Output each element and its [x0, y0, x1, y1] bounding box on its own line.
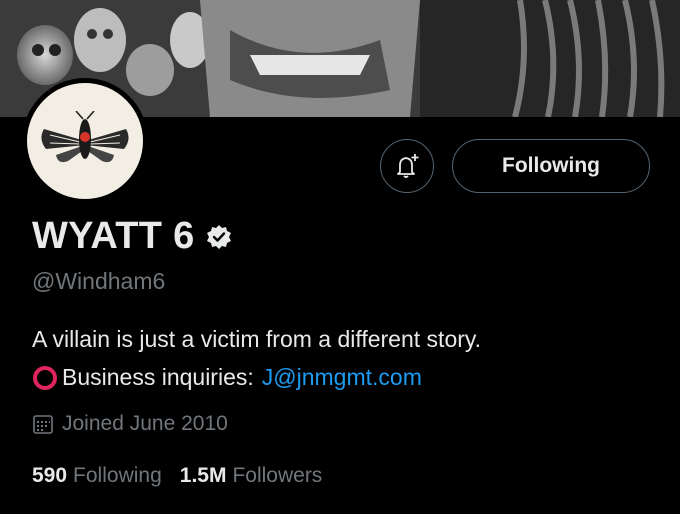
following-count: 590 [32, 464, 68, 487]
moth-icon [41, 111, 129, 163]
calendar-icon [32, 413, 54, 435]
verified-badge-icon[interactable] [205, 223, 233, 251]
following-label: Following [73, 464, 162, 487]
bio-email-link[interactable]: J@jnmgmt.com [262, 364, 422, 391]
following-stat-link[interactable]: 590 Following [32, 464, 162, 488]
hollow-red-circle-icon [32, 365, 58, 391]
followers-stat-link[interactable]: 1.5M Followers [180, 464, 323, 488]
joined-date: Joined June 2010 [32, 412, 228, 436]
following-button[interactable]: Following [452, 139, 650, 193]
follow-stats: 590 Following 1.5M Followers [32, 464, 340, 488]
bell-plus-icon [397, 154, 419, 178]
bio-line-1: A villain is just a victim from a differ… [32, 326, 482, 352]
display-name: WYATT 6 [32, 215, 195, 257]
bio-line-2: Business inquiries: J@jnmgmt.com [32, 364, 422, 391]
profile-handle: @Windham6 [32, 268, 166, 294]
name-row: WYATT 6 [32, 215, 233, 258]
moth-logo [27, 83, 143, 199]
profile-avatar[interactable] [22, 78, 148, 204]
followers-label: Followers [232, 464, 323, 487]
joined-text: Joined June 2010 [62, 412, 228, 435]
notifications-button[interactable] [380, 139, 434, 193]
followers-count: 1.5M [179, 464, 227, 487]
bio-business-label: Business inquiries: [62, 364, 254, 390]
